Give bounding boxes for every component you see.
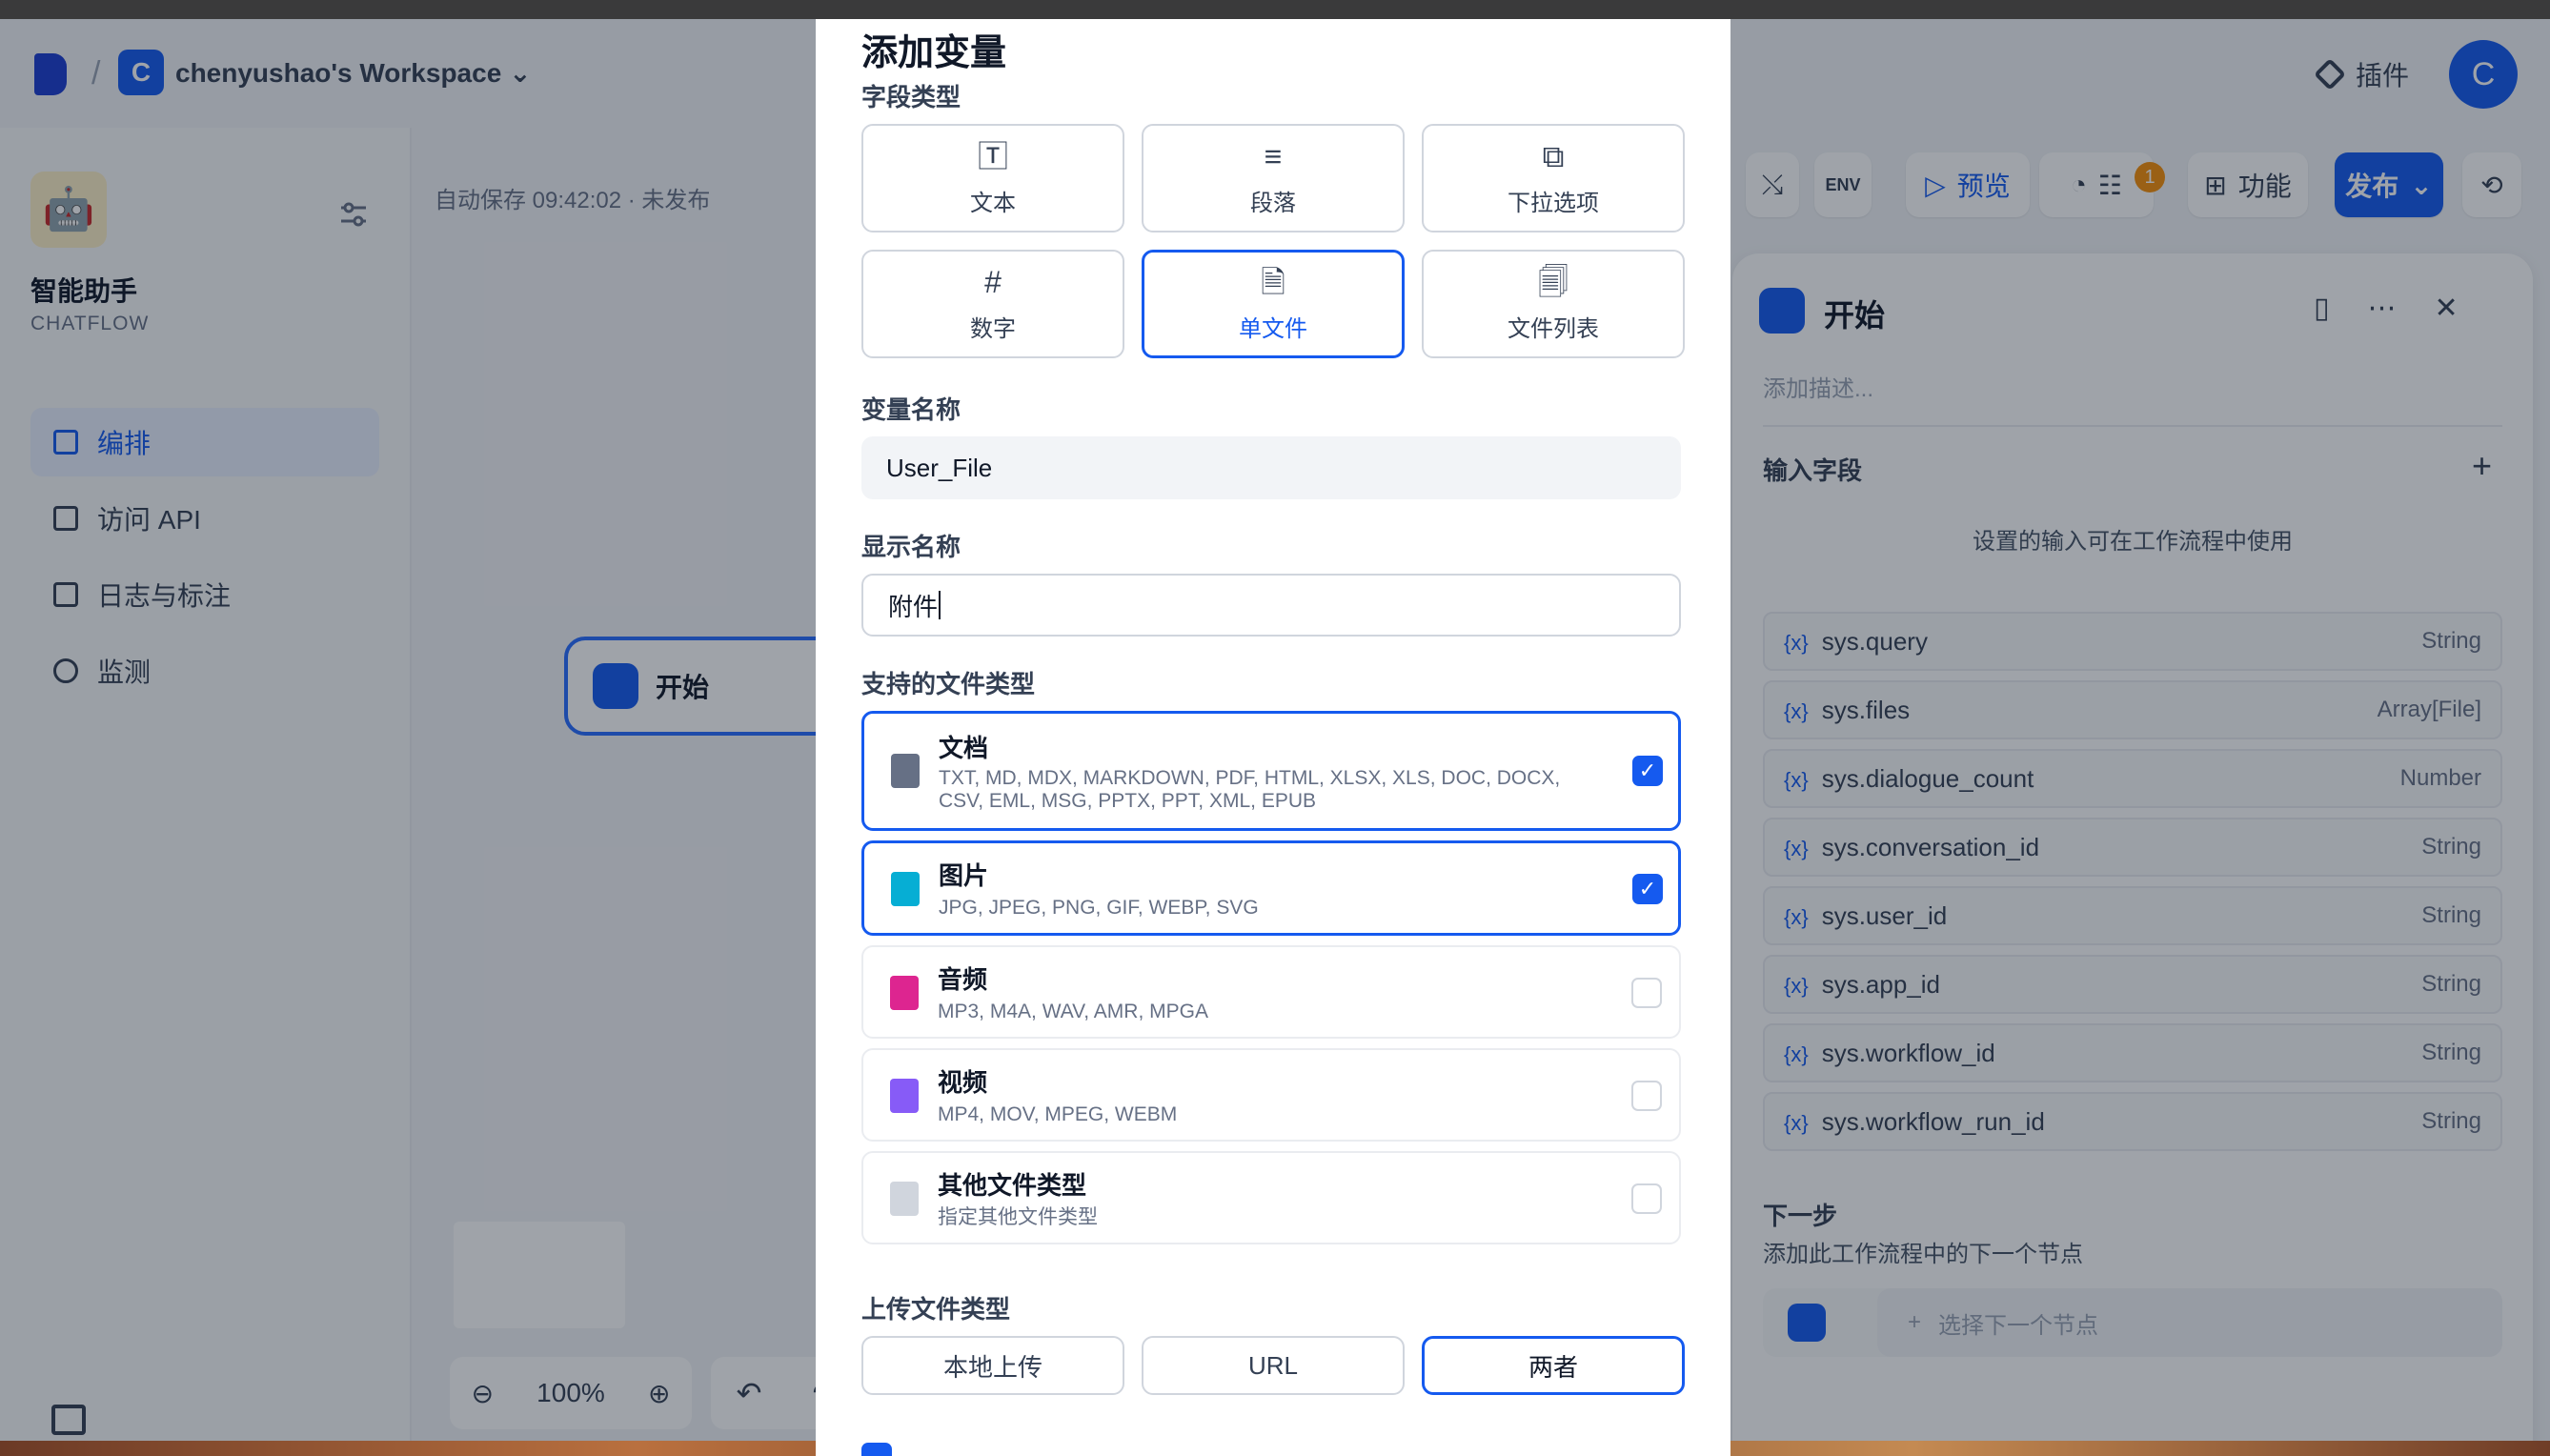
other-checkbox[interactable] (1631, 1183, 1662, 1214)
file-type-desc: MP3, M4A, WAV, AMR, MPGA (938, 1001, 1208, 1022)
image-checkbox[interactable]: ✓ (1632, 874, 1663, 904)
text-caret (939, 591, 941, 619)
field-type-file-list[interactable]: 🗐 文件列表 (1422, 250, 1685, 358)
upload-local-button[interactable]: 本地上传 (861, 1336, 1124, 1395)
file-list-icon: 🗐 (1538, 264, 1568, 299)
upload-option-label: 本地上传 (942, 1352, 1042, 1382)
file-type-name: 其他文件类型 (938, 1171, 1087, 1200)
file-type-other[interactable]: 其他文件类型 指定其他文件类型 (861, 1151, 1681, 1244)
field-type-label: 数字 (970, 315, 1016, 342)
select-icon: ⧉ (1542, 138, 1565, 173)
upload-option-label: 两者 (1528, 1352, 1578, 1382)
var-name-label: 变量名称 (861, 395, 961, 424)
audio-checkbox[interactable] (1631, 978, 1662, 1008)
modal-title: 添加变量 (861, 33, 1007, 73)
add-variable-modal: 添加变量 字段类型 🅃 文本 ≡ 段落 ⧉ 下拉选项 # 数字 🗎 单文件 🗐 文件列表 变… (816, 19, 1730, 1456)
field-type-label: 段落 (1250, 190, 1296, 216)
field-type-paragraph[interactable]: ≡ 段落 (1142, 124, 1405, 233)
display-name-input[interactable]: 附件 (861, 574, 1681, 637)
upload-option-label: URL (1247, 1350, 1298, 1380)
file-type-name: 文档 (939, 734, 989, 762)
display-name-value: 附件 (888, 592, 939, 621)
file-type-video[interactable]: 视频 MP4, MOV, MPEG, WEBM (861, 1048, 1681, 1142)
window-top-strip (0, 0, 2550, 19)
file-type-name: 图片 (939, 861, 989, 890)
file-type-name: 音频 (938, 965, 988, 994)
paragraph-icon: ≡ (1264, 138, 1283, 173)
field-type-label: 字段类型 (861, 83, 961, 111)
file-type-document[interactable]: 文档 TXT, MD, MDX, MARKDOWN, PDF, HTML, XL… (861, 711, 1681, 831)
var-name-input[interactable]: User_File (861, 436, 1681, 499)
file-type-desc: TXT, MD, MDX, MARKDOWN, PDF, HTML, XLSX,… (939, 767, 1561, 812)
file-type-image[interactable]: 图片 JPG, JPEG, PNG, GIF, WEBP, SVG ✓ (861, 840, 1681, 936)
video-icon (890, 1079, 919, 1113)
other-file-icon (890, 1182, 919, 1216)
field-type-label: 文件列表 (1508, 315, 1599, 342)
field-type-number[interactable]: # 数字 (861, 250, 1124, 358)
field-type-text[interactable]: 🅃 文本 (861, 124, 1124, 233)
hash-icon: # (984, 264, 1002, 299)
file-type-audio[interactable]: 音频 MP3, M4A, WAV, AMR, MPGA (861, 945, 1681, 1039)
video-checkbox[interactable] (1631, 1081, 1662, 1111)
document-icon (891, 754, 920, 788)
field-type-single-file[interactable]: 🗎 单文件 (1142, 250, 1405, 358)
image-icon (891, 872, 920, 906)
field-type-label: 文本 (970, 190, 1016, 216)
field-type-label: 下拉选项 (1508, 190, 1599, 216)
file-types-label: 支持的文件类型 (861, 670, 1036, 698)
upload-both-button[interactable]: 两者 (1422, 1336, 1685, 1395)
field-type-select[interactable]: ⧉ 下拉选项 (1422, 124, 1685, 233)
file-type-desc: MP4, MOV, MPEG, WEBM (938, 1103, 1178, 1125)
audio-icon (890, 976, 919, 1010)
file-type-desc: 指定其他文件类型 (938, 1206, 1098, 1228)
required-checkbox[interactable] (861, 1443, 892, 1456)
upload-url-button[interactable]: URL (1142, 1336, 1405, 1395)
var-name-value: User_File (886, 453, 993, 482)
file-type-desc: JPG, JPEG, PNG, GIF, WEBP, SVG (939, 897, 1259, 919)
file-type-name: 视频 (938, 1068, 988, 1097)
text-icon: 🅃 (977, 138, 1008, 173)
upload-type-label: 上传文件类型 (861, 1295, 1011, 1324)
document-checkbox[interactable]: ✓ (1632, 756, 1663, 786)
file-icon: 🗎 (1261, 264, 1285, 299)
display-name-label: 显示名称 (861, 533, 961, 561)
field-type-label: 单文件 (1239, 315, 1307, 342)
